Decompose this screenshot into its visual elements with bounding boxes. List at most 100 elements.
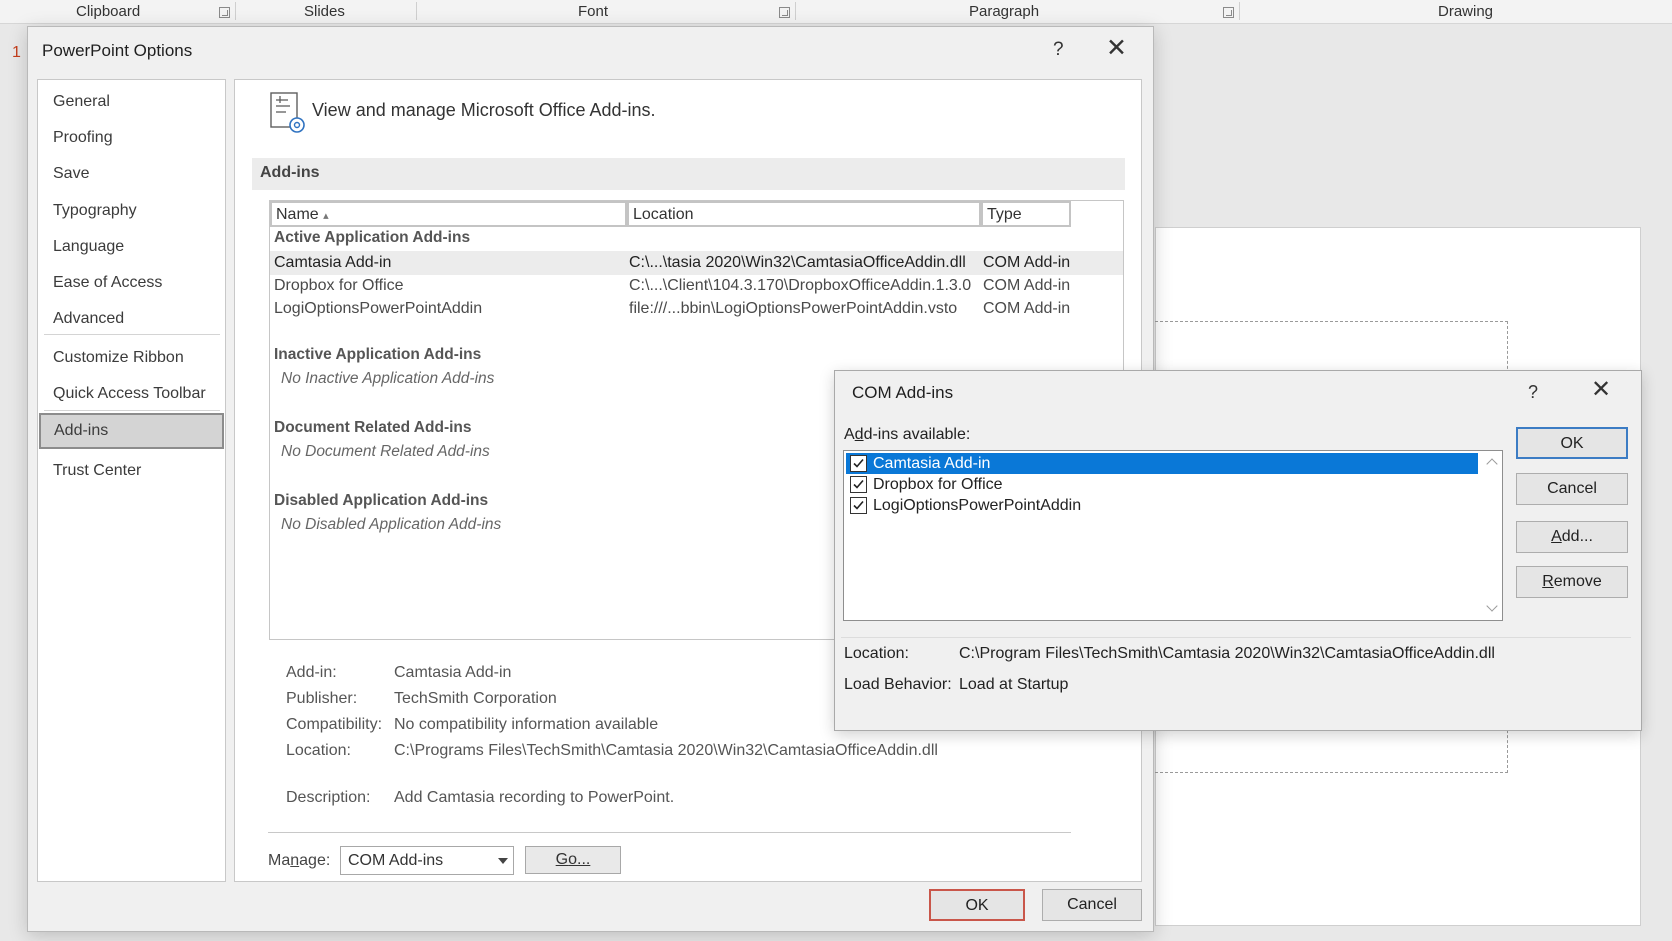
list-item-label: LogiOptionsPowerPointAddin (873, 497, 1082, 514)
remove-label-accel: R (1542, 573, 1554, 590)
section-title: Add-ins (260, 164, 320, 181)
nav-divider (44, 410, 220, 411)
com-add-button[interactable]: Add... (1516, 521, 1628, 553)
vertical-scrollbar[interactable] (1482, 452, 1502, 619)
column-header-type[interactable]: Type (981, 201, 1071, 227)
remove-label-part: emove (1553, 573, 1602, 590)
com-load-behavior-value: Load at Startup (959, 676, 1069, 693)
label-part: A (844, 426, 855, 443)
list-item[interactable]: Camtasia Add-in (846, 453, 1478, 474)
section-header: Add-ins (252, 158, 1125, 190)
detail-description-label: Description: (286, 789, 371, 806)
checkmark-icon (853, 458, 864, 468)
nav-add-ins[interactable]: Add-ins (39, 413, 224, 449)
ok-button[interactable]: OK (929, 889, 1025, 921)
paragraph-launcher-icon[interactable] (1223, 7, 1234, 18)
ribbon-separator (416, 2, 417, 20)
column-name-label: Name (276, 206, 319, 223)
go-label-part: o... (568, 851, 591, 868)
sort-ascending-icon: ▴ (323, 210, 329, 222)
group-inactive-title: Inactive Application Add-ins (274, 346, 482, 363)
add-ins-available-label: Add-ins available: (844, 426, 970, 444)
list-item-label: Dropbox for Office (873, 476, 1003, 493)
go-label-accel: G (555, 851, 569, 868)
font-launcher-icon[interactable] (779, 7, 790, 18)
add-label-part: dd... (1561, 528, 1593, 545)
ribbon-group-paragraph: Paragraph (969, 3, 1040, 20)
row-name: LogiOptionsPowerPointAddin (274, 300, 483, 317)
list-item-label: Camtasia Add-in (873, 455, 991, 472)
group-document-empty: No Document Related Add-ins (281, 443, 490, 460)
nav-general[interactable]: General (38, 85, 225, 119)
nav-divider (44, 334, 220, 335)
row-location: C:\...\Client\104.3.170\DropboxOfficeAdd… (629, 277, 972, 294)
help-icon[interactable]: ? (1053, 39, 1064, 61)
group-document-title: Document Related Add-ins (274, 419, 472, 436)
row-location: C:\...\tasia 2020\Win32\CamtasiaOfficeAd… (629, 254, 966, 271)
dialog-title: COM Add-ins (852, 383, 954, 402)
table-row[interactable]: LogiOptionsPowerPointAddin file:///...bb… (270, 297, 1123, 321)
options-nav: General Proofing Save Typography Languag… (37, 79, 226, 882)
manage-label-part: age: (299, 852, 331, 869)
detail-publisher-value: TechSmith Corporation (394, 690, 557, 707)
checkmark-icon (853, 500, 864, 510)
nav-language[interactable]: Language (38, 230, 225, 264)
table-row[interactable]: Camtasia Add-in C:\...\tasia 2020\Win32\… (270, 251, 1123, 275)
com-remove-button[interactable]: Remove (1516, 566, 1628, 598)
close-icon[interactable]: ✕ (1106, 36, 1127, 61)
help-icon[interactable]: ? (1528, 382, 1538, 403)
ribbon-separator (1239, 2, 1240, 20)
list-item[interactable]: LogiOptionsPowerPointAddin (846, 495, 1478, 516)
manage-label: Manage: (268, 852, 330, 870)
manage-label-accel: n (290, 852, 300, 869)
ribbon-group-labels: Clipboard Slides Font Paragraph Drawing (0, 0, 1672, 24)
group-disabled-title: Disabled Application Add-ins (274, 492, 489, 509)
add-ins-icon (270, 92, 305, 133)
checkbox[interactable] (850, 476, 867, 493)
nav-customize-ribbon[interactable]: Customize Ribbon (38, 341, 225, 375)
column-header-name[interactable]: Name ▴ (270, 201, 627, 227)
checkbox[interactable] (850, 455, 867, 472)
nav-proofing[interactable]: Proofing (38, 121, 225, 155)
manage-dropdown[interactable]: COM Add-ins (340, 846, 514, 875)
slide-thumbnail-number[interactable]: 1 (12, 44, 21, 62)
nav-trust-center[interactable]: Trust Center (38, 454, 225, 488)
com-load-behavior-label: Load Behavior: (844, 676, 952, 693)
com-cancel-button[interactable]: Cancel (1516, 473, 1628, 505)
group-active-title: Active Application Add-ins (274, 229, 471, 246)
com-ok-button[interactable]: OK (1516, 427, 1628, 459)
detail-location-value: C:\Programs Files\TechSmith\Camtasia 202… (394, 742, 938, 759)
nav-typography[interactable]: Typography (38, 194, 225, 228)
ribbon-separator (235, 2, 236, 20)
manage-dropdown-value: COM Add-ins (348, 852, 444, 869)
scroll-down-icon[interactable] (1486, 600, 1498, 612)
go-button[interactable]: Go... (525, 846, 621, 874)
com-add-ins-dialog: COM Add-ins ? ✕ Add-ins available: Camta… (834, 370, 1642, 731)
list-item[interactable]: Dropbox for Office (846, 474, 1478, 495)
nav-ease-of-access[interactable]: Ease of Access (38, 266, 225, 300)
nav-quick-access-toolbar[interactable]: Quick Access Toolbar (38, 377, 225, 411)
row-name: Camtasia Add-in (274, 254, 392, 271)
row-name: Dropbox for Office (274, 277, 404, 294)
chevron-down-icon (498, 858, 508, 864)
detail-addin-value: Camtasia Add-in (394, 664, 512, 681)
ribbon-group-clipboard: Clipboard (76, 3, 141, 20)
detail-compat-value: No compatibility information available (394, 716, 659, 733)
com-location-label: Location: (844, 645, 909, 662)
nav-advanced[interactable]: Advanced (38, 302, 225, 336)
table-row[interactable]: Dropbox for Office C:\...\Client\104.3.1… (270, 274, 1123, 298)
detail-location-label: Location: (286, 742, 351, 759)
clipboard-launcher-icon[interactable] (219, 7, 230, 18)
label-part: d-ins available: (863, 426, 971, 443)
close-icon[interactable]: ✕ (1591, 378, 1611, 402)
column-header-location[interactable]: Location (627, 201, 981, 227)
ribbon-group-drawing: Drawing (1438, 3, 1494, 20)
cancel-button[interactable]: Cancel (1042, 889, 1142, 921)
divider (268, 832, 1071, 833)
nav-save[interactable]: Save (38, 157, 225, 191)
label-accel: d (854, 426, 864, 443)
panel-description: View and manage Microsoft Office Add-ins… (312, 100, 656, 120)
checkbox[interactable] (850, 497, 867, 514)
detail-publisher-label: Publisher: (286, 690, 358, 707)
scroll-up-icon[interactable] (1486, 458, 1498, 470)
